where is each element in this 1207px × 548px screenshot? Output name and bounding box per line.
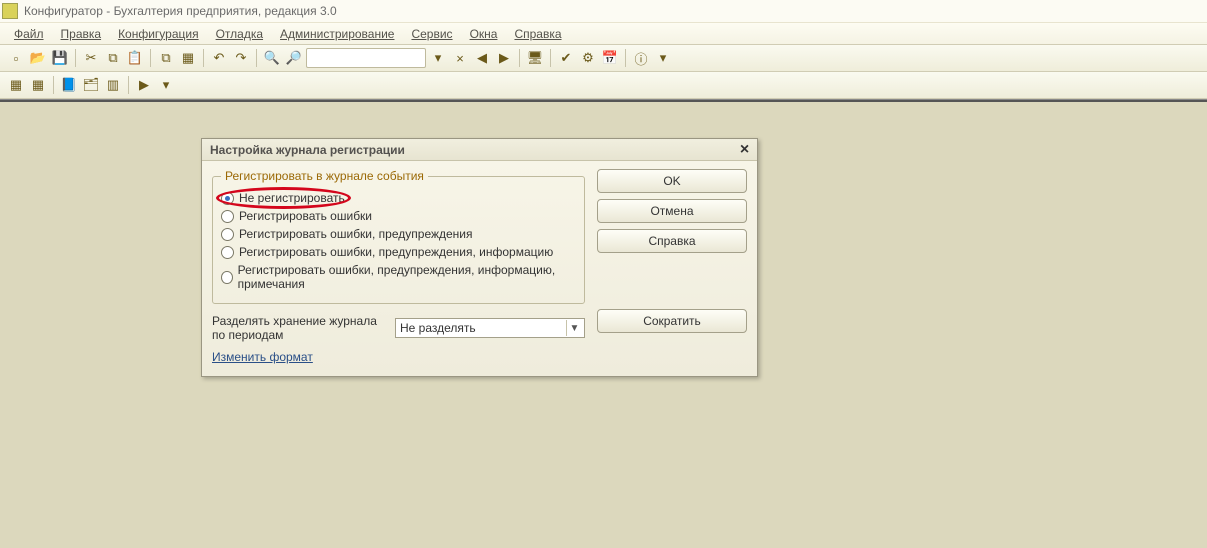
open-icon[interactable]: 📂 [28,48,48,68]
dialog-titlebar: Настройка журнала регистрации × [202,139,757,161]
info-icon[interactable]: ⓘ [631,48,651,68]
radio-label: Регистрировать ошибки [239,209,372,223]
new-icon[interactable]: ▫ [6,48,26,68]
nav-prev-icon[interactable]: ◀ [472,48,492,68]
layers-icon[interactable]: 🗂 [81,75,101,95]
menu-debug[interactable]: Отладка [208,24,271,44]
run-icon[interactable]: ▶ [134,75,154,95]
events-group: Регистрировать в журнале события Не реги… [212,169,585,304]
calendar-icon[interactable]: 📅 [600,48,620,68]
menu-admin[interactable]: Администрирование [272,24,402,44]
grid2-icon[interactable]: ▦ [28,75,48,95]
radio-label: Регистрировать ошибки, предупреждения [239,227,473,241]
title-bar: Конфигуратор - Бухгалтерия предприятия, … [0,0,1207,22]
change-format-link[interactable]: Изменить формат [212,350,313,364]
radio-label: Регистрировать ошибки, предупреждения, и… [239,245,553,259]
radio-icon [221,210,234,223]
close-icon[interactable]: × [736,141,753,158]
radio-errors-warnings-info[interactable]: Регистрировать ошибки, предупреждения, и… [221,243,576,261]
cut-icon[interactable]: ✂ [81,48,101,68]
menu-edit[interactable]: Правка [53,24,110,44]
search-input[interactable] [306,48,426,68]
clear-icon[interactable]: × [450,48,470,68]
paste-icon[interactable]: 📋 [125,48,145,68]
toolbar-row-1: ▫ 📂 💾 ✂ ⧉ 📋 ⧉ ▦ ↶ ↷ 🔍 🔎 ▾ × ◀ ▶ 🖥 ✔︎ ⚙ 📅… [0,45,1207,72]
period-value: Не разделять [400,321,476,335]
tool-icon[interactable]: ⚙ [578,48,598,68]
radio-errors[interactable]: Регистрировать ошибки [221,207,576,225]
menu-windows[interactable]: Окна [462,24,506,44]
toolbar-separator [256,49,257,67]
dropdown-arrow-icon[interactable]: ▾ [428,48,448,68]
shrink-button[interactable]: Сократить [597,309,747,333]
save-icon[interactable]: 💾 [50,48,70,68]
screen-icon[interactable]: 🖥 [525,48,545,68]
toolbar-separator [53,76,54,94]
chevron-down-icon: ▼ [566,320,582,336]
radio-icon [221,192,234,205]
toolbar-separator [203,49,204,67]
menu-file[interactable]: Файл [6,24,52,44]
dropdown-arrow-icon[interactable]: ▾ [653,48,673,68]
book-icon[interactable]: 📘 [59,75,79,95]
client-separator [0,100,1207,102]
grid-icon[interactable]: ▦ [178,48,198,68]
radio-icon [221,246,234,259]
menu-help[interactable]: Справка [506,24,569,44]
redo-icon[interactable]: ↷ [231,48,251,68]
log-settings-dialog: Настройка журнала регистрации × Регистри… [201,138,758,377]
toolbar-separator [150,49,151,67]
columns-icon[interactable]: ▥ [103,75,123,95]
syntax-check-icon[interactable]: ✔︎ [556,48,576,68]
help-button[interactable]: Справка [597,229,747,253]
nav-next-icon[interactable]: ▶ [494,48,514,68]
radio-errors-warnings-info-notes[interactable]: Регистрировать ошибки, предупреждения, и… [221,261,576,293]
radio-label: Не регистрировать [239,191,345,205]
menu-service[interactable]: Сервис [403,24,460,44]
period-select[interactable]: Не разделять ▼ [395,318,585,338]
toolbar-separator [625,49,626,67]
toolbar-separator [128,76,129,94]
find-icon[interactable]: 🔍 [262,48,282,68]
events-legend: Регистрировать в журнале события [221,169,428,183]
toolbar-separator [519,49,520,67]
toolbar-separator [550,49,551,67]
ok-button[interactable]: OK [597,169,747,193]
radio-icon [221,271,233,284]
radio-no-log[interactable]: Не регистрировать [221,189,576,207]
grid1-icon[interactable]: ▦ [6,75,26,95]
undo-icon[interactable]: ↶ [209,48,229,68]
copy-icon[interactable]: ⧉ [103,48,123,68]
radio-icon [221,228,234,241]
cancel-button[interactable]: Отмена [597,199,747,223]
app-icon [2,3,18,19]
toolbar-row-2: ▦ ▦ 📘 🗂 ▥ ▶ ▾ [0,72,1207,99]
dialog-title: Настройка журнала регистрации [210,143,405,157]
menu-config[interactable]: Конфигурация [110,24,207,44]
radio-errors-warnings[interactable]: Регистрировать ошибки, предупреждения [221,225,576,243]
radio-label: Регистрировать ошибки, предупреждения, и… [238,263,576,291]
find-next-icon[interactable]: 🔎 [284,48,304,68]
menu-bar: Файл Правка Конфигурация Отладка Админис… [0,22,1207,45]
window-title: Конфигуратор - Бухгалтерия предприятия, … [24,4,337,18]
period-label: Разделять хранение журнала по периодам [212,314,387,342]
toolbar-separator [75,49,76,67]
compare-icon[interactable]: ⧉ [156,48,176,68]
dropdown-arrow-icon[interactable]: ▾ [156,75,176,95]
